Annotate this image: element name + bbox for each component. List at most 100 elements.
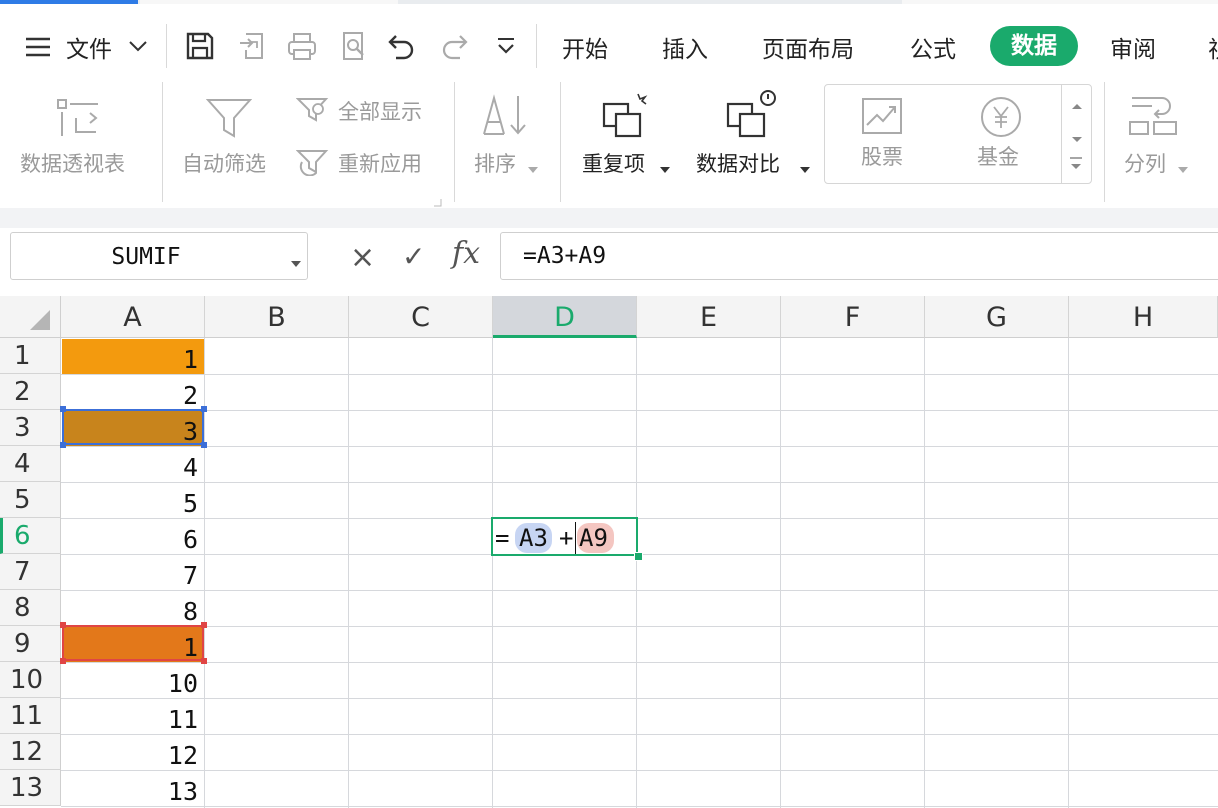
divider xyxy=(162,82,163,202)
data-compare-button[interactable]: 数据对比 xyxy=(694,90,814,192)
print-preview-icon[interactable] xyxy=(338,30,370,62)
pivot-table-button[interactable]: 数据透视表 xyxy=(14,92,146,192)
cell-a10[interactable]: 10 xyxy=(62,663,204,698)
resize-handle[interactable] xyxy=(201,442,207,448)
column-header-d[interactable]: D xyxy=(493,296,637,338)
row-header[interactable]: 11 xyxy=(0,698,61,734)
file-menu-button[interactable]: 文件 xyxy=(24,28,154,64)
gridline xyxy=(780,338,781,808)
auto-filter-button[interactable]: 自动筛选 xyxy=(178,92,282,192)
sort-icon xyxy=(480,92,530,142)
yen-coin-icon xyxy=(979,95,1023,143)
stock-label: 股票 xyxy=(861,145,903,169)
cell-a7[interactable]: 7 xyxy=(62,555,204,590)
sort-button[interactable]: 排序 xyxy=(470,92,546,192)
formula-plus: + xyxy=(559,524,574,552)
gridline xyxy=(348,338,349,808)
filter-refresh-icon xyxy=(295,148,330,180)
dropdown-arrow-icon xyxy=(1178,160,1188,179)
duplicates-button[interactable]: 重复项 xyxy=(578,92,678,192)
cancel-formula-icon[interactable]: × xyxy=(350,240,375,275)
stock-button[interactable]: 股票 xyxy=(845,93,925,175)
column-header-f[interactable]: F xyxy=(781,296,925,338)
scroll-down-icon[interactable] xyxy=(1071,129,1083,148)
gridline xyxy=(61,374,1218,375)
cell-a12[interactable]: 12 xyxy=(62,735,204,770)
resize-handle[interactable] xyxy=(201,406,207,412)
tab-review[interactable]: 审阅 xyxy=(1110,30,1156,64)
row-header[interactable]: 9 xyxy=(0,626,61,662)
tab-data[interactable]: 数据 xyxy=(990,26,1078,66)
name-box[interactable]: SUMIF xyxy=(10,232,308,280)
reference-a9-border xyxy=(62,625,204,661)
export-icon[interactable] xyxy=(236,30,268,62)
cell-a11[interactable]: 11 xyxy=(62,699,204,734)
save-icon[interactable] xyxy=(184,30,216,62)
reference-a3-border xyxy=(62,409,204,445)
insert-function-icon[interactable]: fx xyxy=(452,236,480,271)
column-header-b[interactable]: B xyxy=(205,296,349,338)
print-icon[interactable] xyxy=(286,30,318,62)
select-all-corner[interactable] xyxy=(0,296,61,338)
reapply-button[interactable]: 重新应用 xyxy=(295,146,442,180)
row-header[interactable]: 12 xyxy=(0,734,61,770)
row-header[interactable]: 1 xyxy=(0,338,61,374)
resize-handle[interactable] xyxy=(201,658,207,664)
resize-handle[interactable] xyxy=(60,622,66,628)
cell-a8[interactable]: 8 xyxy=(62,591,204,626)
tab-view[interactable]: 视 xyxy=(1208,30,1218,64)
text-to-columns-button[interactable]: 分列 xyxy=(1120,92,1200,192)
column-header-c[interactable]: C xyxy=(349,296,493,338)
active-cell-d6[interactable]: = A3 + A9 xyxy=(491,517,638,556)
scroll-up-icon[interactable] xyxy=(1071,95,1083,114)
formula-input[interactable]: =A3+A9 xyxy=(500,232,1218,280)
resize-handle[interactable] xyxy=(60,442,66,448)
row-header[interactable]: 6 xyxy=(0,518,61,554)
resize-handle[interactable] xyxy=(201,622,207,628)
show-all-button[interactable]: 全部显示 xyxy=(295,94,442,128)
filter-show-icon xyxy=(295,96,330,128)
spreadsheet-grid: A B C D E F G H 1 2 3 4 5 6 7 8 9 10 11 … xyxy=(0,296,1218,808)
stock-fund-gallery: 股票 基金 xyxy=(824,84,1092,184)
cell-a6[interactable]: 6 xyxy=(62,519,204,554)
name-box-value: SUMIF xyxy=(111,244,181,270)
undo-icon[interactable] xyxy=(386,30,418,62)
fill-handle[interactable] xyxy=(634,552,643,561)
cell-a13[interactable]: 13 xyxy=(62,771,204,806)
column-header-g[interactable]: G xyxy=(925,296,1069,338)
redo-icon[interactable] xyxy=(438,30,470,62)
tab-insert[interactable]: 插入 xyxy=(662,30,708,64)
text-cursor xyxy=(575,522,576,554)
gallery-scroller[interactable] xyxy=(1061,85,1092,183)
row-header[interactable]: 5 xyxy=(0,482,61,518)
column-header-a[interactable]: A xyxy=(61,296,205,338)
cell-a4[interactable]: 4 xyxy=(62,447,204,482)
gridline xyxy=(1068,338,1069,808)
cell-a1[interactable]: 1 xyxy=(62,339,204,374)
column-header-h[interactable]: H xyxy=(1069,296,1218,338)
row-header[interactable]: 7 xyxy=(0,554,61,590)
tab-home[interactable]: 开始 xyxy=(562,30,608,64)
gridline xyxy=(61,482,1218,483)
row-header[interactable]: 13 xyxy=(0,770,61,806)
expand-gallery-icon[interactable] xyxy=(1068,155,1084,177)
row-header[interactable]: 2 xyxy=(0,374,61,410)
more-icon[interactable] xyxy=(490,30,522,62)
divider xyxy=(166,24,167,68)
tab-page-layout[interactable]: 页面布局 xyxy=(762,30,854,64)
row-header[interactable]: 3 xyxy=(0,410,61,446)
fund-button[interactable]: 基金 xyxy=(961,93,1041,175)
cell-a2[interactable]: 2 xyxy=(62,375,204,410)
confirm-formula-icon[interactable]: ✓ xyxy=(402,240,425,273)
divider xyxy=(536,24,537,68)
name-box-dropdown-icon[interactable] xyxy=(291,253,301,272)
resize-handle[interactable] xyxy=(60,406,66,412)
text-to-columns-label: 分列 xyxy=(1124,152,1166,176)
cell-a5[interactable]: 5 xyxy=(62,483,204,518)
resize-handle[interactable] xyxy=(60,658,66,664)
column-header-e[interactable]: E xyxy=(637,296,781,338)
row-header[interactable]: 8 xyxy=(0,590,61,626)
tab-formulas[interactable]: 公式 xyxy=(910,30,956,64)
row-header[interactable]: 10 xyxy=(0,662,61,698)
row-header[interactable]: 4 xyxy=(0,446,61,482)
